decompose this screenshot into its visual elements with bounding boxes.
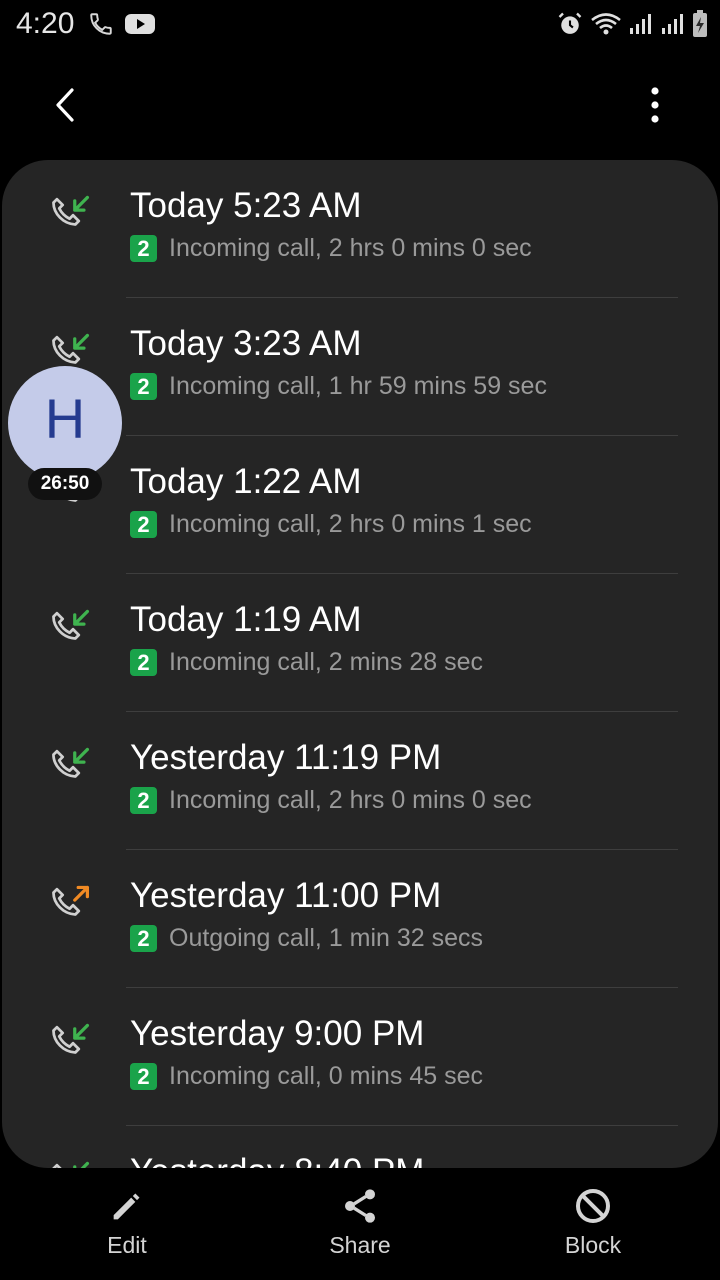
call-log-list: Today 5:23 AM 2 Incoming call, 2 hrs 0 m… xyxy=(2,160,718,1168)
incoming-call-icon xyxy=(46,1160,92,1168)
outgoing-call-icon xyxy=(46,884,92,930)
bottom-action-bar: Edit Share Block xyxy=(0,1168,720,1280)
call-log-row[interactable]: Yesterday 11:00 PM 2 Outgoing call, 1 mi… xyxy=(2,850,718,988)
sim-2-badge: 2 xyxy=(130,511,157,538)
more-options-button[interactable] xyxy=(630,80,680,130)
status-left-icons xyxy=(88,11,156,37)
block-icon xyxy=(576,1189,610,1223)
signal-icon xyxy=(660,12,686,36)
wifi-icon xyxy=(590,11,622,37)
call-timer-badge: 26:50 xyxy=(28,468,102,500)
status-time: 4:20 xyxy=(16,7,75,40)
call-time: Yesterday 11:19 PM xyxy=(130,738,442,777)
call-time: Today 5:23 AM xyxy=(130,186,362,225)
call-time: Yesterday 11:00 PM xyxy=(130,876,442,915)
sim-2-badge: 2 xyxy=(130,235,157,262)
contact-initial: H xyxy=(44,387,86,450)
phone-icon xyxy=(88,11,114,37)
edit-label: Edit xyxy=(107,1232,147,1258)
back-button[interactable] xyxy=(40,80,90,130)
pencil-icon xyxy=(113,1193,140,1220)
incoming-call-icon xyxy=(46,608,92,654)
app-bar xyxy=(0,60,720,150)
back-arrow-icon xyxy=(56,88,74,122)
call-log-row[interactable]: Yesterday 9:00 PM 2 Incoming call, 0 min… xyxy=(2,988,718,1126)
call-detail-text: Incoming call, 2 hrs 0 mins 1 sec xyxy=(169,510,532,538)
call-log-row[interactable]: Yesterday 11:19 PM 2 Incoming call, 2 hr… xyxy=(2,712,718,850)
status-right-icons xyxy=(556,10,708,38)
signal-icon xyxy=(628,12,654,36)
battery-charging-icon xyxy=(692,10,708,38)
call-detail: 2 Incoming call, 2 mins 28 sec xyxy=(130,648,483,677)
floating-call-bubble[interactable]: H xyxy=(8,366,122,480)
sim-2-badge: 2 xyxy=(130,649,157,676)
call-detail-text: Incoming call, 2 hrs 0 mins 0 sec xyxy=(169,234,532,262)
status-bar: 4:20 xyxy=(0,0,720,50)
call-log-row[interactable]: Yesterday 8:40 PM xyxy=(2,1126,718,1168)
incoming-call-icon xyxy=(46,194,92,240)
call-detail: 2 Incoming call, 2 hrs 0 mins 0 sec xyxy=(130,786,532,815)
call-detail-text: Incoming call, 2 hrs 0 mins 0 sec xyxy=(169,786,532,814)
incoming-call-icon xyxy=(46,746,92,792)
share-button[interactable]: Share xyxy=(290,1186,430,1259)
edit-button[interactable]: Edit xyxy=(57,1186,197,1259)
more-vertical-icon xyxy=(651,87,659,123)
call-log-row[interactable]: Today 5:23 AM 2 Incoming call, 2 hrs 0 m… xyxy=(2,160,718,298)
call-time: Today 3:23 AM xyxy=(130,324,362,363)
sim-2-badge: 2 xyxy=(130,925,157,952)
call-detail: 2 Incoming call, 2 hrs 0 mins 0 sec xyxy=(130,234,532,263)
call-time: Yesterday 8:40 PM xyxy=(130,1152,424,1168)
call-detail: 2 Outgoing call, 1 min 32 secs xyxy=(130,924,483,953)
call-log-row[interactable]: Today 1:19 AM 2 Incoming call, 2 mins 28… xyxy=(2,574,718,712)
call-detail-text: Incoming call, 0 mins 45 sec xyxy=(169,1062,484,1090)
block-label: Block xyxy=(564,1232,622,1258)
call-time: Today 1:19 AM xyxy=(130,600,362,639)
call-time: Today 1:22 AM xyxy=(130,462,362,501)
block-button[interactable]: Block xyxy=(523,1186,663,1259)
sim-2-badge: 2 xyxy=(130,1063,157,1090)
call-detail-text: Incoming call, 2 mins 28 sec xyxy=(169,648,484,676)
incoming-call-icon xyxy=(46,1022,92,1068)
call-time: Yesterday 9:00 PM xyxy=(130,1014,425,1053)
sim-2-badge: 2 xyxy=(130,373,157,400)
alarm-icon xyxy=(556,10,584,38)
call-detail: 2 Incoming call, 0 mins 45 sec xyxy=(130,1062,483,1091)
call-detail: 2 Incoming call, 2 hrs 0 mins 1 sec xyxy=(130,510,532,539)
share-label: Share xyxy=(329,1232,391,1258)
call-detail-text: Incoming call, 1 hr 59 mins 59 sec xyxy=(169,372,547,400)
call-detail-text: Outgoing call, 1 min 32 secs xyxy=(169,924,484,952)
share-icon xyxy=(345,1189,375,1223)
youtube-icon xyxy=(124,12,156,36)
call-detail: 2 Incoming call, 1 hr 59 mins 59 sec xyxy=(130,372,547,401)
sim-2-badge: 2 xyxy=(130,787,157,814)
